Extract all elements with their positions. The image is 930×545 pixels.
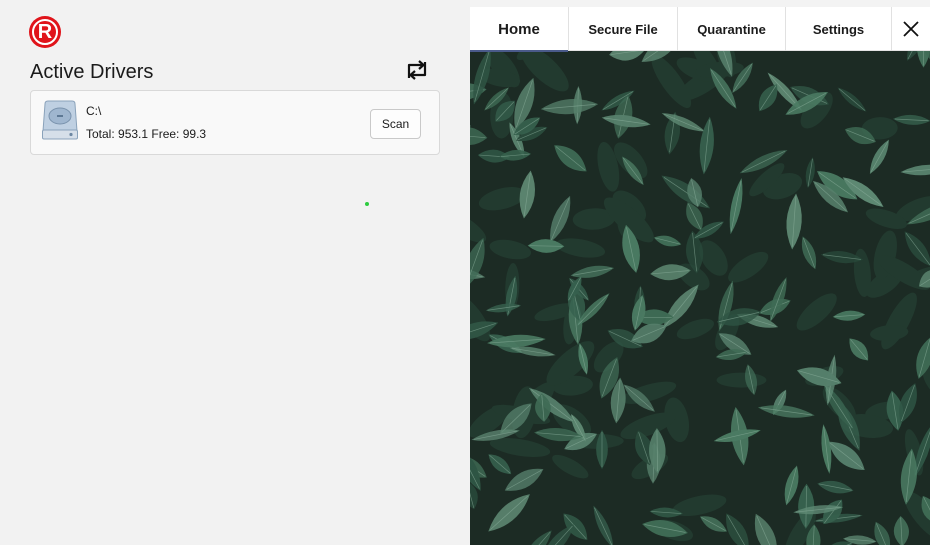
close-icon <box>903 21 919 37</box>
drive-name: C:\ <box>86 104 102 118</box>
tab-secure-file[interactable]: Secure File <box>569 7 678 51</box>
refresh-button[interactable] <box>402 57 432 83</box>
close-button[interactable] <box>892 7 930 51</box>
left-pane: R Active Drivers C:\ Total: 953.1 Free: … <box>0 0 470 545</box>
logo-letter: R <box>37 20 53 43</box>
tab-home[interactable]: Home <box>470 7 569 52</box>
tab-home-label: Home <box>498 20 540 38</box>
hard-drive-icon <box>41 100 79 140</box>
tab-quarantine[interactable]: Quarantine <box>678 7 786 51</box>
refresh-swap-icon <box>407 60 427 80</box>
scan-button[interactable]: Scan <box>370 109 421 139</box>
drive-card: C:\ Total: 953.1 Free: 99.3 Scan <box>30 90 440 155</box>
tab-secure-file-label: Secure File <box>588 21 658 37</box>
active-drivers-title: Active Drivers <box>30 61 154 83</box>
status-dot <box>365 202 369 206</box>
drive-stats: Total: 953.1 Free: 99.3 <box>86 127 207 141</box>
tab-bar: Home Secure File Quarantine Settings <box>470 7 930 52</box>
leaf-background-image <box>470 51 930 545</box>
right-pane: Home Secure File Quarantine Settings <box>470 0 930 545</box>
app-logo: R <box>29 16 61 48</box>
top-strip <box>470 0 930 7</box>
tab-settings[interactable]: Settings <box>786 7 892 51</box>
tab-settings-label: Settings <box>812 21 865 37</box>
tab-quarantine-label: Quarantine <box>697 21 766 37</box>
